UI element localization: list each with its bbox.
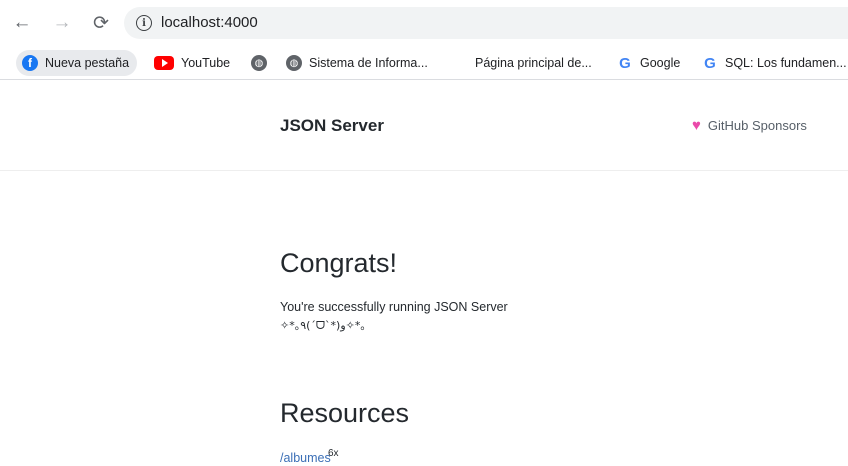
bookmarks-bar: f Nueva pestaña YouTube ◍ ◍ Sistema de I… (0, 46, 848, 80)
bookmark-google[interactable]: G Google (617, 50, 680, 76)
info-icon[interactable]: i (136, 15, 152, 31)
congrats-heading: Congrats! (280, 248, 398, 278)
microsoft-icon (451, 55, 468, 72)
google-icon: G (704, 54, 716, 72)
bookmark-youtube[interactable]: YouTube (154, 50, 230, 76)
browser-toolbar: ← → ⟳ i localhost:4000 (0, 0, 848, 46)
bookmark-pagina-principal[interactable]: Página principal de... (451, 50, 592, 76)
forward-arrow-icon[interactable]: → (50, 11, 74, 35)
running-message: You're successfully running JSON Server (280, 300, 508, 314)
bookmark-sql[interactable]: G SQL: Los fundamen... (702, 50, 847, 76)
github-sponsors-link[interactable]: ♥ GitHub Sponsors (692, 118, 807, 133)
reload-icon[interactable]: ⟳ (89, 11, 113, 35)
globe-icon: ◍ (286, 55, 302, 71)
bookmark-sistema[interactable]: ◍ Sistema de Informa... (286, 50, 428, 76)
bookmark-label: Nueva pestaña (45, 56, 130, 70)
google-icon: G (619, 54, 631, 72)
back-arrow-icon[interactable]: ← (10, 11, 34, 35)
youtube-icon (154, 56, 174, 70)
bookmark-label: Página principal de... (475, 56, 592, 70)
bookmark-label: YouTube (181, 56, 231, 70)
bookmark-label: Google (640, 56, 681, 70)
url-text[interactable]: localhost:4000 (161, 14, 258, 31)
brand-title[interactable]: JSON Server (280, 116, 384, 136)
bookmark-globe[interactable]: ◍ (251, 50, 274, 76)
bookmark-label: Sistema de Informa... (309, 56, 428, 70)
bookmark-label: SQL: Los fundamen... (725, 56, 847, 70)
sponsors-label: GitHub Sponsors (707, 118, 807, 133)
address-bar[interactable]: i localhost:4000 (124, 7, 848, 39)
resource-link-albumes[interactable]: /albumes (280, 451, 331, 465)
heart-icon: ♥ (692, 117, 701, 134)
globe-icon: ◍ (251, 55, 267, 71)
bookmark-nueva-pestana[interactable]: f Nueva pestaña (16, 50, 138, 76)
page-header: JSON Server ♥ GitHub Sponsors (0, 81, 848, 171)
resource-count: 6x (328, 448, 339, 459)
kaomoji-text: ✧*｡٩(ˊᗜˋ*)و✧*｡ (280, 319, 366, 332)
facebook-icon: f (22, 55, 38, 71)
resources-heading: Resources (280, 398, 410, 428)
